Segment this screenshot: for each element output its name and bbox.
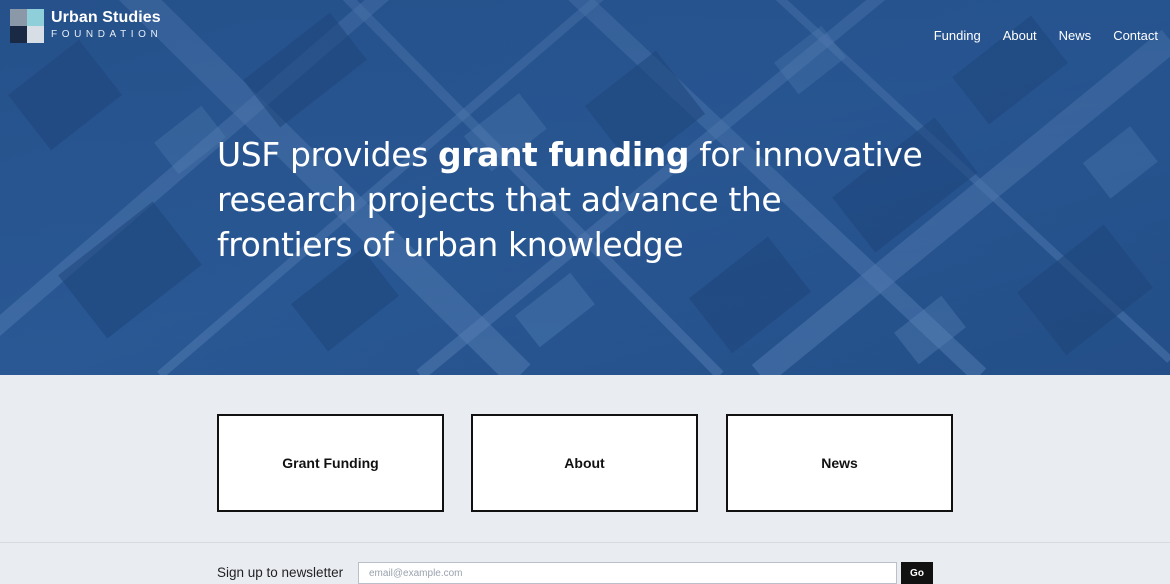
feature-cards: Grant Funding About News	[217, 414, 955, 513]
hero-line2: research projects that advance the	[217, 180, 782, 219]
card-grant-funding[interactable]: Grant Funding	[217, 414, 444, 512]
nav-about[interactable]: About	[1003, 28, 1037, 44]
logo-mark-icon	[10, 9, 44, 43]
top-navigation: Funding About News Contact	[912, 28, 1158, 44]
card-about[interactable]: About	[471, 414, 698, 512]
site-logo[interactable]: Urban Studies FOUNDATION	[10, 9, 162, 43]
nav-contact[interactable]: Contact	[1113, 28, 1158, 44]
newsletter-email-input[interactable]	[358, 562, 897, 584]
newsletter-label: Sign up to newsletter	[217, 565, 344, 580]
hero-banner: Urban Studies FOUNDATION Funding About N…	[0, 0, 1170, 375]
nav-news[interactable]: News	[1059, 28, 1092, 44]
logo-name: Urban Studies	[51, 9, 161, 26]
logo-subtitle: FOUNDATION	[51, 29, 163, 40]
logo-wordmark: Urban Studies FOUNDATION	[51, 9, 162, 41]
section-divider	[0, 542, 1170, 543]
hero-line1-pre: USF provides	[217, 135, 438, 174]
newsletter-form: Sign up to newsletter Go	[217, 562, 937, 584]
hero-line1-bold: grant funding	[437, 135, 690, 174]
card-news[interactable]: News	[726, 414, 953, 512]
hero-headline: USF provides grant funding for innovativ…	[217, 132, 977, 267]
newsletter-go-button[interactable]: Go	[901, 562, 933, 584]
nav-funding[interactable]: Funding	[934, 28, 981, 44]
hero-line1-post: for innovative	[689, 135, 923, 174]
hero-line3: frontiers of urban knowledge	[217, 225, 684, 264]
